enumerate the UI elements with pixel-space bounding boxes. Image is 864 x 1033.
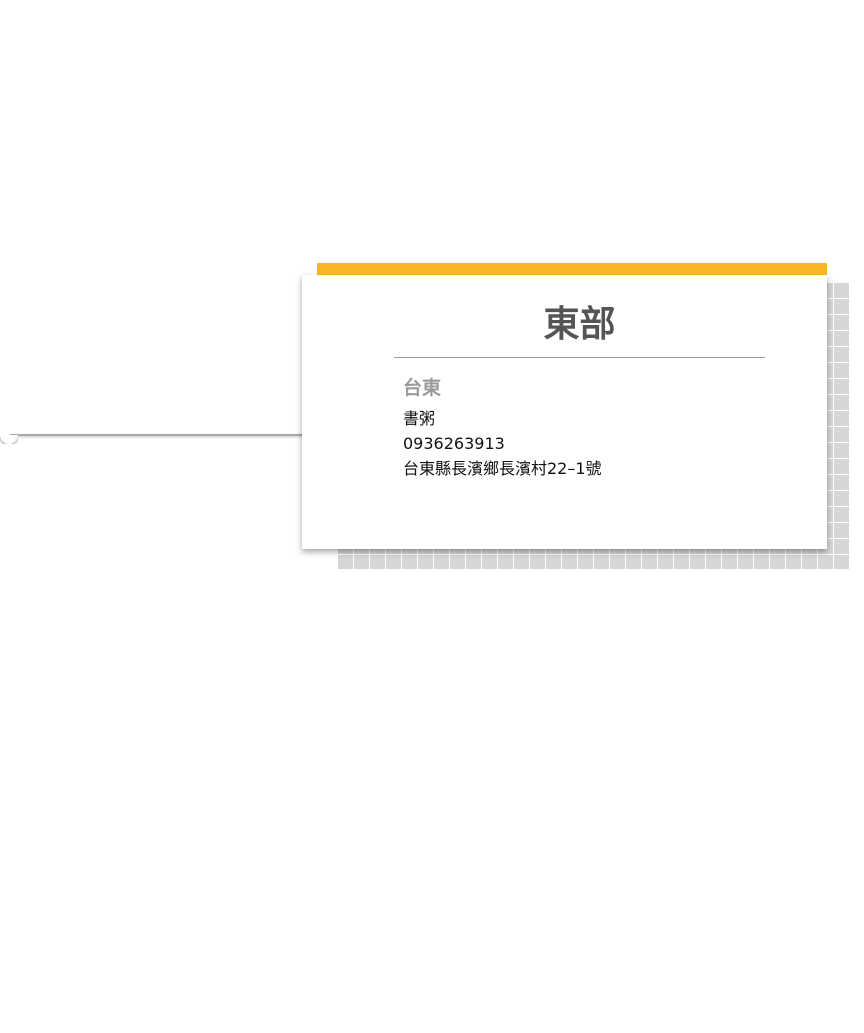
- title-divider: [394, 357, 765, 358]
- region-title: 東部: [543, 304, 616, 345]
- timeline-connector-line: [10, 434, 302, 436]
- accent-bar: [317, 263, 827, 275]
- shop-phone: 0936263913: [403, 434, 505, 453]
- timeline-node-dot: [0, 435, 18, 444]
- city-heading: 台東: [403, 377, 442, 399]
- shop-name: 書粥: [403, 409, 436, 428]
- location-card: 東部 台東 書粥 0936263913 台東縣長濱鄉長濱村22–1號: [302, 275, 827, 549]
- shop-address: 台東縣長濱鄉長濱村22–1號: [403, 459, 602, 478]
